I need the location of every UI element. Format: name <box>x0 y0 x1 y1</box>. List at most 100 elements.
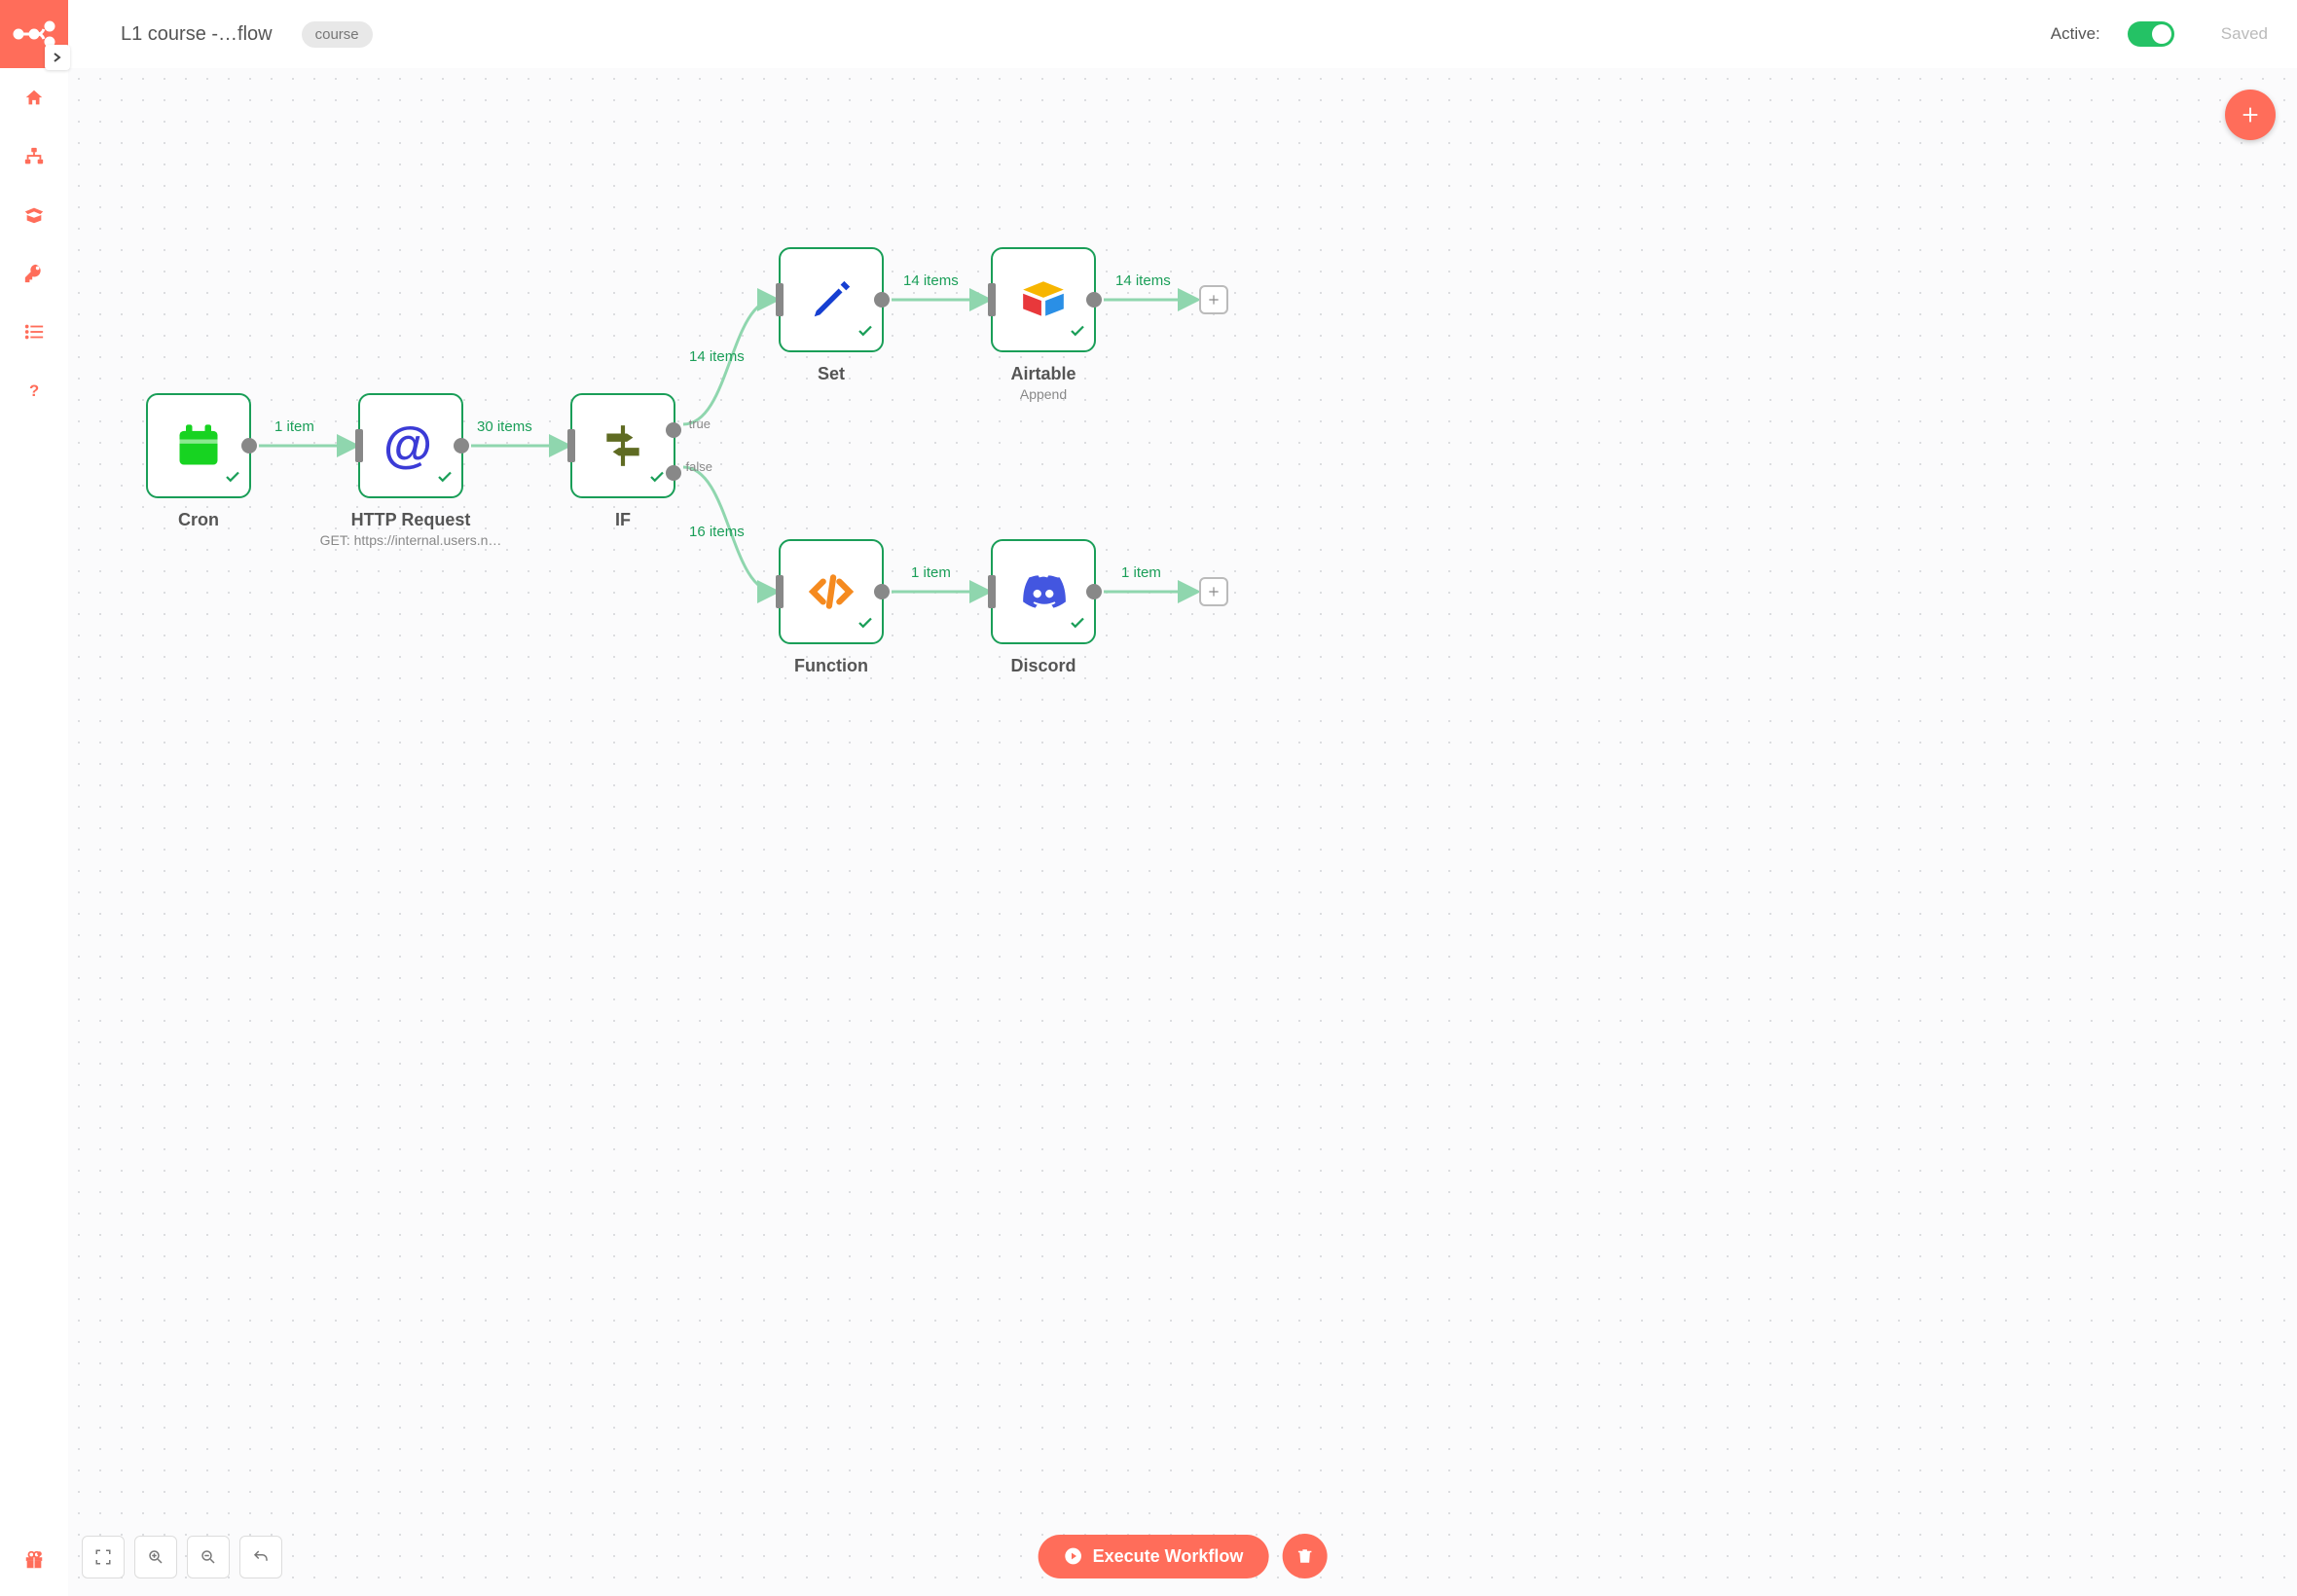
fit-view-icon <box>94 1548 112 1566</box>
airtable-icon <box>1019 275 1068 324</box>
node-label: Airtable Append <box>936 364 1150 402</box>
plus-icon <box>1207 585 1221 598</box>
plus-icon <box>2240 104 2261 126</box>
add-node-end-button[interactable] <box>1199 577 1228 606</box>
active-toggle[interactable] <box>2128 21 2174 47</box>
execute-workflow-button[interactable]: Execute Workflow <box>1039 1535 1269 1578</box>
sidebar-nav-templates[interactable] <box>21 202 47 228</box>
trash-icon <box>1295 1547 1313 1565</box>
node-input-port[interactable] <box>567 429 575 462</box>
node-input-port[interactable] <box>988 283 996 316</box>
node-airtable[interactable]: Airtable Append <box>991 247 1096 352</box>
plus-icon <box>1207 293 1221 307</box>
list-icon <box>23 321 45 343</box>
discord-icon <box>1019 567 1068 616</box>
node-label: Discord <box>936 656 1150 676</box>
gift-icon <box>23 1549 45 1571</box>
logo[interactable] <box>0 0 68 68</box>
node-output-port[interactable] <box>874 584 890 599</box>
add-node-button[interactable] <box>2225 90 2276 140</box>
at-icon: @ <box>383 418 438 473</box>
add-node-end-button[interactable] <box>1199 285 1228 314</box>
signpost-icon <box>599 421 647 470</box>
fit-view-button[interactable] <box>82 1536 125 1578</box>
node-label: Function <box>724 656 938 676</box>
edge-label: 14 items <box>903 272 959 289</box>
check-icon <box>1069 322 1086 345</box>
edge-label: 1 item <box>911 564 951 581</box>
home-icon <box>23 88 45 109</box>
check-icon <box>224 468 241 490</box>
node-input-port[interactable] <box>776 283 784 316</box>
node-output-port[interactable] <box>241 438 257 453</box>
node-output-port-false[interactable] <box>666 465 681 481</box>
workflows-icon <box>23 146 45 167</box>
n8n-logo-icon <box>13 20 55 48</box>
pencil-icon <box>809 277 854 322</box>
code-icon <box>807 567 856 616</box>
box-open-icon <box>23 204 45 226</box>
zoom-out-button[interactable] <box>187 1536 230 1578</box>
sidebar-nav-executions[interactable] <box>21 319 47 345</box>
sidebar: ? <box>0 0 68 1596</box>
node-http-request[interactable]: @ HTTP Request GET: https://internal.use… <box>358 393 463 498</box>
workflow-name[interactable]: L1 course -…flow <box>121 23 273 46</box>
key-icon <box>23 263 45 284</box>
check-icon <box>648 468 666 490</box>
calendar-icon <box>173 420 224 471</box>
node-output-port[interactable] <box>1086 292 1102 308</box>
node-label: Cron <box>91 510 306 530</box>
zoom-in-icon <box>147 1548 164 1566</box>
node-output-port[interactable] <box>1086 584 1102 599</box>
node-input-port[interactable] <box>988 575 996 608</box>
topbar: L1 course -…flow course Active: Saved <box>68 0 2297 68</box>
sidebar-expand-button[interactable] <box>45 45 70 70</box>
edge-label: 1 item <box>274 418 314 435</box>
execute-bar: Execute Workflow <box>1039 1534 1328 1578</box>
clear-execution-button[interactable] <box>1282 1534 1327 1578</box>
check-icon <box>857 322 874 345</box>
node-cron[interactable]: Cron <box>146 393 251 498</box>
node-input-port[interactable] <box>355 429 363 462</box>
edge-label: 14 items <box>689 348 745 365</box>
zoom-in-button[interactable] <box>134 1536 177 1578</box>
canvas-tools <box>82 1536 282 1578</box>
svg-text:@: @ <box>383 418 432 472</box>
svg-text:?: ? <box>29 381 39 400</box>
edges-layer <box>68 68 2297 1596</box>
node-discord[interactable]: Discord <box>991 539 1096 644</box>
chevron-right-icon <box>53 53 62 62</box>
node-output-port[interactable] <box>874 292 890 308</box>
check-icon <box>1069 614 1086 636</box>
node-if[interactable]: true false IF <box>570 393 675 498</box>
workflow-canvas[interactable]: 1 item 30 items 14 items 16 items 14 ite… <box>68 68 2297 1596</box>
execute-label: Execute Workflow <box>1093 1546 1244 1567</box>
sidebar-nav-credentials[interactable] <box>21 261 47 286</box>
node-input-port[interactable] <box>776 575 784 608</box>
check-icon <box>857 614 874 636</box>
sidebar-nav-help[interactable]: ? <box>21 378 47 403</box>
sidebar-nav-workflows[interactable] <box>21 144 47 169</box>
node-function[interactable]: Function <box>779 539 884 644</box>
sidebar-nav-gift[interactable] <box>21 1547 47 1573</box>
edge-label: 1 item <box>1121 564 1161 581</box>
zoom-out-icon <box>200 1548 217 1566</box>
edge-label: 30 items <box>477 418 532 435</box>
node-output-port-true[interactable] <box>666 422 681 438</box>
port-label-false: false <box>686 459 712 474</box>
node-label: HTTP Request GET: https://internal.users… <box>304 510 518 548</box>
active-label: Active: <box>2051 24 2100 44</box>
check-icon <box>436 468 454 490</box>
port-label-true: true <box>689 417 711 431</box>
node-set[interactable]: Set <box>779 247 884 352</box>
node-output-port[interactable] <box>454 438 469 453</box>
node-label: Set <box>724 364 938 384</box>
undo-icon <box>252 1548 270 1566</box>
reset-button[interactable] <box>239 1536 282 1578</box>
play-icon <box>1064 1546 1083 1566</box>
sidebar-nav-home[interactable] <box>21 86 47 111</box>
workflow-tag[interactable]: course <box>302 21 373 48</box>
saved-status: Saved <box>2221 24 2268 44</box>
edge-label: 14 items <box>1115 272 1171 289</box>
node-label: IF <box>516 510 730 530</box>
